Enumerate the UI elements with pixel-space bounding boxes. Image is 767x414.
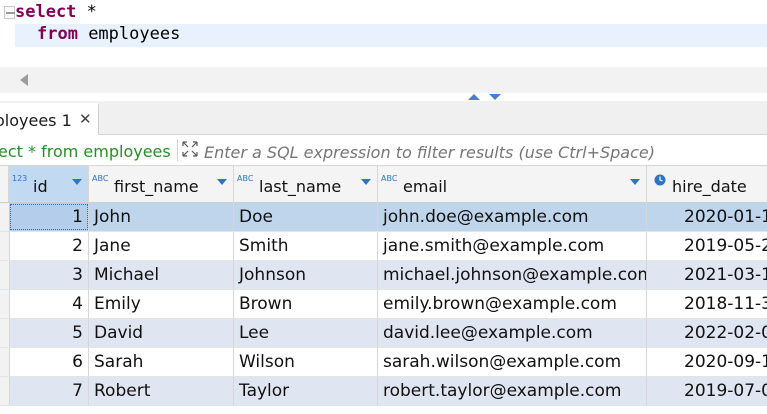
cell-hire-date[interactable]: 2020-01-1 bbox=[647, 203, 767, 231]
text-type-icon: ABC bbox=[381, 174, 398, 183]
cell-last-name[interactable]: Lee bbox=[234, 319, 378, 347]
scroll-left-icon[interactable] bbox=[20, 74, 28, 86]
cell-hire-date[interactable]: 2021-03-1 bbox=[647, 261, 767, 289]
cell-id[interactable]: 1 bbox=[9, 203, 89, 231]
table-row[interactable]: 1 John Doe john.doe@example.com 2020-01-1 bbox=[0, 203, 767, 232]
column-name: id bbox=[33, 177, 48, 196]
sort-dropdown-icon[interactable] bbox=[630, 179, 640, 185]
column-header-first-name[interactable]: ABC first_name bbox=[89, 166, 234, 203]
cell-first-name[interactable]: John bbox=[89, 203, 234, 231]
cell-first-name[interactable]: Michael bbox=[89, 261, 234, 289]
expand-icon[interactable] bbox=[180, 139, 200, 159]
column-header-email[interactable]: ABC email bbox=[378, 166, 647, 203]
number-type-icon: 123 bbox=[12, 174, 28, 183]
text-type-icon: ABC bbox=[92, 174, 109, 183]
cell-last-name[interactable]: Doe bbox=[234, 203, 378, 231]
sql-line-1[interactable]: select * bbox=[15, 2, 97, 24]
column-name: hire_date bbox=[672, 177, 747, 196]
panel-splitter[interactable] bbox=[0, 93, 767, 101]
cell-first-name[interactable]: Sarah bbox=[89, 348, 234, 376]
column-header-last-name[interactable]: ABC last_name bbox=[234, 166, 378, 203]
sql-line-2[interactable]: from employees bbox=[15, 24, 767, 47]
sql-text: employees bbox=[77, 24, 181, 44]
cell-last-name[interactable]: Smith bbox=[234, 232, 378, 260]
table-row[interactable]: 5 David Lee david.lee@example.com 2022-02-0 bbox=[0, 319, 767, 348]
row-number-header[interactable] bbox=[0, 166, 9, 203]
table-row[interactable]: 2 Jane Smith jane.smith@example.com 2019-05-… bbox=[0, 232, 767, 261]
cell-email[interactable]: michael.johnson@example.com bbox=[378, 261, 647, 289]
cell-hire-date[interactable]: 2020-09-1 bbox=[647, 348, 767, 376]
cell-hire-date[interactable]: 2022-02-0 bbox=[647, 319, 767, 347]
clock-icon bbox=[654, 174, 666, 186]
cell-email[interactable]: john.doe@example.com bbox=[378, 203, 647, 231]
active-query-label: ect * from employees bbox=[0, 142, 171, 161]
table-row[interactable]: 6 Sarah Wilson sarah.wilson@example.com 2020… bbox=[0, 348, 767, 377]
fold-collapse-icon bbox=[6, 12, 15, 14]
cell-first-name[interactable]: Emily bbox=[89, 290, 234, 318]
cell-id[interactable]: 2 bbox=[9, 232, 89, 260]
close-icon[interactable]: ✕ bbox=[79, 110, 92, 128]
editor-horizontal-scrollbar[interactable] bbox=[0, 67, 767, 93]
cell-hire-date[interactable]: 2018-11-3 bbox=[647, 290, 767, 318]
divider bbox=[177, 139, 178, 161]
cell-id[interactable]: 7 bbox=[9, 377, 89, 405]
cell-last-name[interactable]: Johnson bbox=[234, 261, 378, 289]
cell-first-name[interactable]: David bbox=[89, 319, 234, 347]
cell-last-name[interactable]: Taylor bbox=[234, 377, 378, 405]
cell-last-name[interactable]: Brown bbox=[234, 290, 378, 318]
cell-hire-date[interactable]: 2019-07-0 bbox=[647, 377, 767, 405]
cell-hire-date[interactable]: 2019-05-2 bbox=[647, 232, 767, 260]
filter-input[interactable] bbox=[204, 142, 764, 162]
sort-dropdown-icon[interactable] bbox=[217, 179, 227, 185]
restore-editor-icon[interactable] bbox=[489, 94, 501, 100]
column-name: last_name bbox=[259, 177, 342, 196]
cell-first-name[interactable]: Robert bbox=[89, 377, 234, 405]
cell-first-name[interactable]: Jane bbox=[89, 232, 234, 260]
cell-id[interactable]: 4 bbox=[9, 290, 89, 318]
cell-id[interactable]: 5 bbox=[9, 319, 89, 347]
sql-editor[interactable]: select * from employees bbox=[0, 0, 767, 96]
results-tab-bar: oloyees 1 ✕ bbox=[0, 101, 767, 136]
results-grid[interactable]: 123 id ABC first_name ABC last_name ABC … bbox=[0, 166, 767, 414]
sql-text: * bbox=[76, 2, 97, 22]
column-header-id[interactable]: 123 id bbox=[9, 166, 89, 203]
table-row[interactable]: 4 Emily Brown emily.brown@example.com 2018-1… bbox=[0, 290, 767, 319]
tab-results[interactable]: oloyees 1 ✕ bbox=[0, 103, 99, 136]
filter-bar: ect * from employees bbox=[0, 135, 767, 166]
cell-email[interactable]: robert.taylor@example.com bbox=[378, 377, 647, 405]
table-row[interactable]: 3 Michael Johnson michael.johnson@example.c… bbox=[0, 261, 767, 290]
cell-id[interactable]: 6 bbox=[9, 348, 89, 376]
cell-email[interactable]: jane.smith@example.com bbox=[378, 232, 647, 260]
cell-last-name[interactable]: Wilson bbox=[234, 348, 378, 376]
cell-email[interactable]: sarah.wilson@example.com bbox=[378, 348, 647, 376]
column-name: email bbox=[403, 177, 448, 196]
cell-id[interactable]: 3 bbox=[9, 261, 89, 289]
tab-label: oloyees 1 bbox=[0, 111, 72, 130]
cell-email[interactable]: david.lee@example.com bbox=[378, 319, 647, 347]
column-name: first_name bbox=[114, 177, 199, 196]
sql-keyword: from bbox=[37, 24, 78, 44]
table-row[interactable]: 7 Robert Taylor robert.taylor@example.com 20… bbox=[0, 377, 767, 406]
cell-email[interactable]: emily.brown@example.com bbox=[378, 290, 647, 318]
maximize-results-icon[interactable] bbox=[468, 94, 480, 100]
sort-dropdown-icon[interactable] bbox=[361, 179, 371, 185]
column-header-hire-date[interactable]: hire_date bbox=[647, 166, 767, 203]
sql-keyword: select bbox=[15, 2, 77, 22]
sort-dropdown-icon[interactable] bbox=[72, 179, 82, 185]
text-type-icon: ABC bbox=[237, 174, 254, 183]
